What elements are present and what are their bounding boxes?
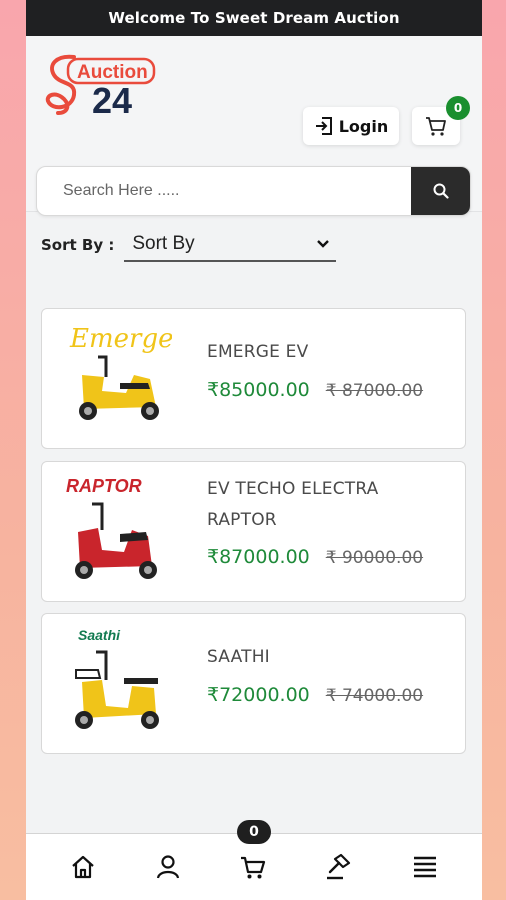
nav-cart-count: 0: [237, 820, 271, 844]
nav-account[interactable]: [153, 852, 183, 882]
chevron-down-icon: [317, 240, 330, 248]
product-card[interactable]: Saathi SAATHI ₹72000.00 ₹ 74000.00: [41, 613, 466, 754]
product-name[interactable]: EMERGE EV: [207, 337, 447, 368]
search-icon: [433, 183, 449, 199]
nav-menu[interactable]: [410, 852, 440, 882]
product-brand-mark: RAPTOR: [66, 476, 142, 496]
welcome-text: Welcome To Sweet Dream Auction: [108, 9, 400, 27]
header-cart-count: 0: [446, 96, 470, 120]
welcome-bar: Welcome To Sweet Dream Auction: [26, 0, 482, 36]
logo-number: 24: [92, 80, 132, 115]
product-old-price: ₹ 74000.00: [325, 686, 424, 706]
product-prices: ₹72000.00 ₹ 74000.00: [207, 684, 423, 706]
login-label: Login: [338, 116, 389, 136]
user-icon: [156, 855, 180, 879]
product-image: Saathi: [75, 627, 159, 729]
nav-auction[interactable]: [324, 852, 354, 882]
product-card[interactable]: RAPTOR EV TECHO ELECTRA RAPTOR ₹87000.00…: [41, 461, 466, 602]
menu-icon: [414, 856, 436, 878]
nav-home[interactable]: [68, 852, 98, 882]
product-price: ₹85000.00: [207, 379, 310, 401]
product-brand-mark: Emerge: [69, 324, 172, 354]
product-prices: ₹85000.00 ₹ 87000.00: [207, 379, 423, 401]
sort-row: Sort By : Sort By: [41, 228, 341, 262]
product-brand-mark: Saathi: [78, 627, 121, 643]
sort-select[interactable]: Sort By: [124, 228, 337, 262]
product-image: Emerge: [69, 324, 172, 420]
auction24-logo[interactable]: Auction 24: [44, 51, 159, 115]
product-card[interactable]: Emerge EMERGE EV ₹85000.00 ₹ 87000.00: [41, 308, 466, 449]
gavel-icon: [327, 853, 351, 880]
login-button[interactable]: Login: [303, 107, 399, 145]
search-bar: [36, 166, 471, 216]
site-header: Auction 24 Login 0: [26, 36, 482, 216]
product-old-price: ₹ 87000.00: [325, 381, 424, 401]
home-icon: [72, 855, 94, 879]
cart-icon: [241, 856, 266, 879]
login-icon: [315, 117, 332, 135]
product-image: RAPTOR: [66, 476, 157, 579]
product-price: ₹72000.00: [207, 684, 310, 706]
product-price: ₹87000.00: [207, 546, 310, 568]
product-prices: ₹87000.00 ₹ 90000.00: [207, 546, 423, 568]
search-input[interactable]: [37, 167, 411, 215]
product-name[interactable]: EV TECHO ELECTRA RAPTOR: [207, 474, 447, 536]
sort-selected-value: Sort By: [132, 233, 195, 254]
search-button[interactable]: [411, 167, 470, 215]
nav-cart[interactable]: [238, 852, 268, 882]
product-name[interactable]: SAATHI: [207, 642, 447, 673]
app-screen: Welcome To Sweet Dream Auction Auction 2…: [26, 0, 482, 900]
cart-icon: [426, 117, 446, 136]
product-old-price: ₹ 90000.00: [325, 548, 424, 568]
sort-label: Sort By :: [41, 236, 115, 254]
